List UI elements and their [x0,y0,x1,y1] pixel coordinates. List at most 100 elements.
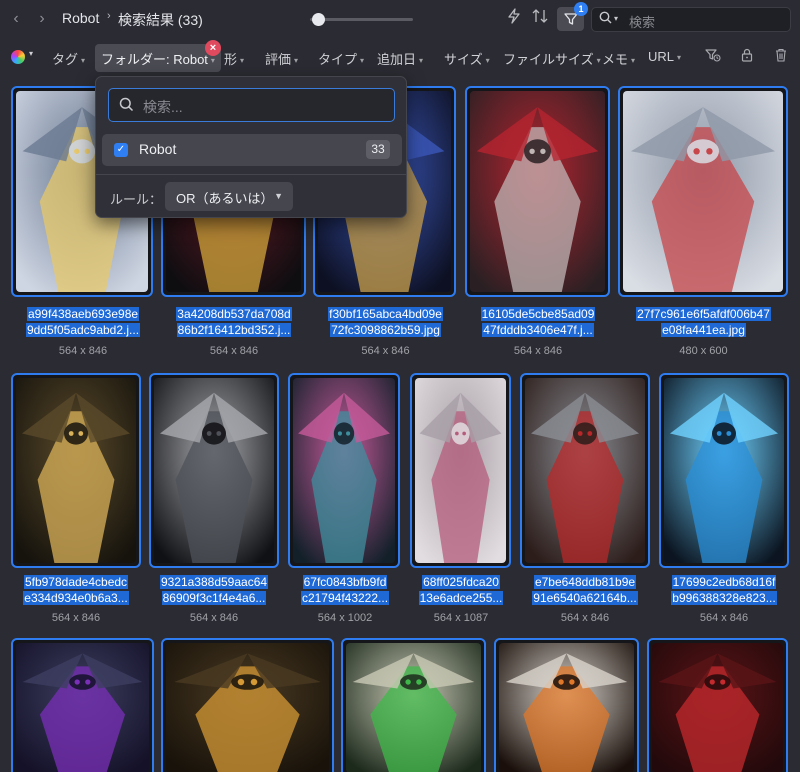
file-name-line: e7be648ddb81b9e [533,575,637,589]
file-name[interactable]: 3a4208db537da708d 86b2f16412bd352.j... [162,306,306,338]
file-name-line: 9321a388d59aac64 [159,575,269,589]
file-name-line: a99f438aeb693e98e [26,307,140,321]
rule-select[interactable]: OR（あるいは） ▼ [165,182,293,211]
image-dimensions: 564 x 846 [699,612,749,624]
trash-icon[interactable] [771,48,791,68]
file-name-line: 5fb978dade4cbedc [23,575,129,589]
clear-filters-icon[interactable] [703,48,723,68]
filter-size[interactable]: サイズ ▾ [444,49,490,68]
search-icon [599,11,612,27]
filter-shape-label: 形 [224,52,238,67]
thumbnail[interactable] [149,373,279,568]
search-icon [119,97,134,115]
chevron-down-icon[interactable]: ▾ [614,14,618,23]
filter-rating-label: 評価 [265,52,292,67]
file-name[interactable]: 9321a388d59aac64 86909f3c1f4e4a6... [149,574,279,606]
filter-folder[interactable]: フォルダー: Robot ▾ [95,44,221,72]
filter-tag-label: タグ [52,52,79,67]
sort-icon[interactable] [528,8,552,30]
image-dimensions: 564 x 846 [560,612,610,624]
thumbnail[interactable] [410,373,511,568]
file-name[interactable]: 16105de5cbe85ad09 47fdddb3406e47f.j... [467,306,609,338]
divider [96,174,406,175]
chevron-left-icon[interactable]: ‹ [6,9,26,29]
search-input[interactable]: ▾ 検索 [591,7,791,32]
filter-file-size[interactable]: ファイルサイズ ▾ [503,49,601,68]
file-name-line: f30bf165abca4bd09e [328,307,443,321]
file-name[interactable]: a99f438aeb693e98e 9dd5f05adc9abd2.j... [14,306,152,338]
file-name[interactable]: e7be648ddb81b9e 91e6540a62164b... [520,574,650,606]
file-name[interactable]: 67fc0843bfb9fd c21794f43222... [290,574,400,606]
thumbnail[interactable] [161,638,334,772]
image-dimensions: 564 x 846 [361,345,410,357]
thumbnail[interactable] [288,373,400,568]
thumbnail[interactable] [520,373,650,568]
filter-memo[interactable]: メモ ▾ [602,49,635,68]
file-name-line: 72fc3098862b59.jpg [330,323,441,337]
file-name-line: 67fc0843bfb9fd [302,575,388,589]
file-name-line: c21794f43222... [300,591,390,605]
filter-date-added-label: 追加日 [377,52,417,67]
robot-artwork-image [499,643,634,772]
file-name-line: 16105de5cbe85ad09 [480,307,596,321]
robot-artwork-image [154,378,274,563]
thumbnail[interactable] [465,86,610,297]
folder-search-input[interactable]: 検索... [108,88,395,122]
rule-label: ルール： [110,192,163,207]
top-bar: ‹ › Robot › 検索結果 (33) 1 ▾ 検索 [0,0,800,38]
robot-artwork-image [664,378,784,563]
clear-filter-button[interactable]: × [205,40,221,56]
filter-shape[interactable]: 形 ▾ [224,49,244,68]
thumbnail[interactable] [659,373,789,568]
file-name[interactable]: 5fb978dade4cbedc e334d934e0b6a3... [11,574,141,606]
file-name-line: b996388328e823... [671,591,777,605]
slider-handle[interactable] [312,13,325,26]
image-dimensions: 480 x 600 [679,345,728,357]
image-dimensions: 564 x 846 [58,345,108,357]
file-name[interactable]: f30bf165abca4bd09e 72fc3098862b59.jpg [314,306,457,338]
robot-artwork-image [652,643,783,772]
file-name-line: 68ff025fdca20 [422,575,500,589]
file-name-line: 86909f3c1f4e4a6... [161,591,267,605]
chevron-right-icon[interactable]: › [32,9,52,29]
chevron-down-icon[interactable]: ▾ [29,49,33,58]
image-dimensions: 564 x 846 [209,345,259,357]
filter-date-added[interactable]: 追加日 ▾ [377,49,423,68]
file-name-line: 3a4208db537da708d [176,307,292,321]
image-dimensions: 564 x 1002 [317,612,373,624]
file-name-line: e08fa441ea.jpg [661,323,746,337]
file-name-line: 47fdddb3406e47f.j... [482,323,594,337]
file-name[interactable]: 27f7c961e6f5afdf006b47 e08fa441ea.jpg [619,306,788,338]
image-dimensions: 564 x 1087 [433,612,489,624]
app-window: ‹ › Robot › 検索結果 (33) 1 ▾ 検索 ▾ タグ ▾ フォルダー… [0,0,800,772]
robot-artwork-image [16,643,149,772]
caret-down-icon: ▼ [274,191,283,201]
file-name[interactable]: 17699c2edb68d16f b996388328e823... [659,574,789,606]
filter-type[interactable]: タイプ ▾ [318,49,364,68]
color-filter-icon[interactable] [11,50,25,64]
breadcrumb-current: 検索結果 (33) [118,12,203,28]
file-name-line: 27f7c961e6f5afdf006b47 [636,307,771,321]
thumbnail[interactable] [494,638,639,772]
filter-tag[interactable]: タグ ▾ [52,49,85,68]
thumbnail[interactable] [341,638,486,772]
thumbnail[interactable] [11,638,154,772]
checkbox-checked-icon[interactable]: ✓ [114,143,128,157]
lock-icon[interactable] [737,48,757,68]
thumbnail[interactable] [11,373,141,568]
thumbnail[interactable] [618,86,788,297]
breadcrumb-separator: › [107,10,111,22]
robot-artwork-image [346,643,481,772]
file-name[interactable]: 68ff025fdca20 13e6adce255... [411,574,511,606]
thumbnail-size-slider[interactable] [310,18,413,21]
breadcrumb-parent[interactable]: Robot [62,10,99,26]
folder-option-robot[interactable]: ✓ Robot 33 [102,134,402,166]
lightning-icon[interactable] [502,8,526,30]
file-name-line: e334d934e0b6a3... [23,591,129,605]
filter-url[interactable]: URL ▾ [648,49,681,64]
robot-artwork-image [166,643,329,772]
search-placeholder: 検索 [629,15,656,30]
filter-rating[interactable]: 評価 ▾ [265,49,298,68]
thumbnail[interactable] [647,638,788,772]
file-name-line: 91e6540a62164b... [532,591,638,605]
